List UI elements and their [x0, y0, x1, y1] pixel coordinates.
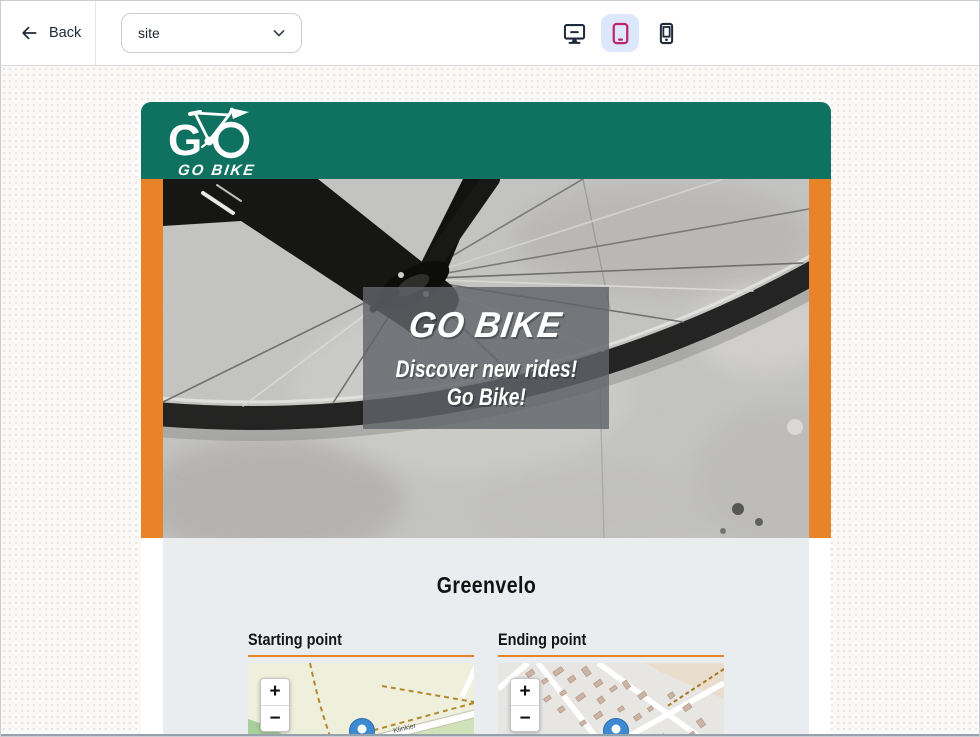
site-logo-text: GO BIKE [177, 162, 257, 179]
map-zoom-control: + − [510, 678, 540, 732]
topbar: Back site [1, 1, 979, 66]
greenvelo-section: Greenvelo Starting point [163, 538, 809, 736]
back-label: Back [49, 25, 81, 41]
ending-point-label: Ending point [498, 630, 724, 657]
hero-subtitle-line2: Go Bike! [395, 384, 576, 412]
section-heading: Greenvelo [163, 572, 809, 600]
ending-point-map[interactable]: Sviuzyna + − [498, 663, 724, 736]
device-preview-switcher [557, 1, 683, 65]
site-header: G GO BIKE [141, 102, 831, 179]
site-preview: G GO BIKE [141, 102, 831, 736]
svg-text:G: G [168, 116, 202, 159]
back-button[interactable]: Back [19, 1, 81, 65]
page-selector-dropdown[interactable]: site [121, 13, 302, 53]
zoom-out-button[interactable]: − [511, 705, 539, 732]
arrow-left-icon [19, 23, 39, 43]
chevron-down-icon [269, 23, 289, 43]
starting-point-label: Starting point [248, 630, 474, 657]
zoom-in-button[interactable]: + [261, 679, 289, 705]
tablet-preview-button[interactable] [601, 14, 639, 52]
starting-point-map[interactable]: Klinkier + − [248, 663, 474, 736]
hero-subtitle-line1: Discover new rides! [395, 356, 576, 384]
tablet-icon [607, 20, 634, 47]
hero-section: GO BIKE Discover new rides! Go Bike! [141, 179, 831, 538]
mobile-icon [653, 20, 680, 47]
preview-canvas: G GO BIKE [1, 66, 979, 736]
zoom-in-button[interactable]: + [511, 679, 539, 705]
hero-subtitle: Discover new rides! Go Bike! [395, 356, 576, 412]
page-selector-value: site [138, 25, 160, 41]
go-bike-logo-icon: G [168, 107, 254, 159]
topbar-divider [95, 1, 96, 65]
zoom-out-button[interactable]: − [261, 705, 289, 732]
hero-left-accent-bar [141, 179, 163, 538]
route-point-columns: Starting point [163, 630, 809, 736]
window-bottom-edge [1, 734, 979, 736]
ending-point-column: Ending point [498, 630, 724, 736]
hero-right-accent-bar [809, 179, 831, 538]
hero-title: GO BIKE [407, 304, 566, 346]
hero-text-panel: GO BIKE Discover new rides! Go Bike! [363, 287, 609, 429]
app-window: Back site [0, 0, 980, 737]
map-zoom-control: + − [260, 678, 290, 732]
desktop-preview-button[interactable] [557, 14, 591, 52]
starting-point-column: Starting point [248, 630, 474, 736]
desktop-icon [561, 20, 588, 47]
hero-bike-wheel-photo: GO BIKE Discover new rides! Go Bike! [163, 179, 809, 538]
mobile-preview-button[interactable] [649, 14, 683, 52]
